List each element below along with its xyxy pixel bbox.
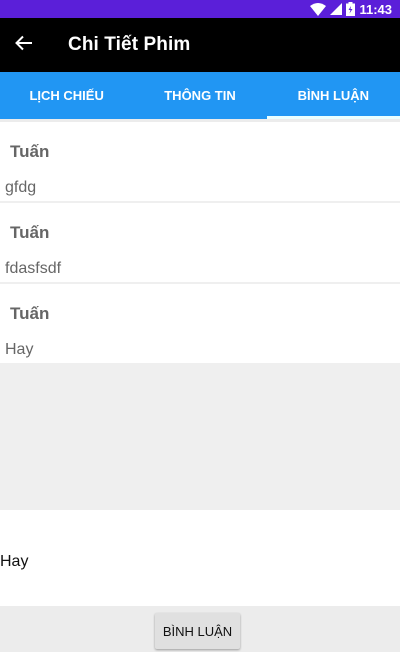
- app-bar: Chi Tiết Phim: [0, 18, 400, 72]
- comment-item: Tuấn gfdg: [0, 122, 400, 201]
- comment-text: gfdg: [5, 179, 37, 196]
- tab-binh-luan[interactable]: BÌNH LUẬN: [266, 72, 400, 119]
- wifi-icon: [310, 2, 327, 16]
- arrow-left-icon: [15, 35, 33, 56]
- comment-author: Tuấn: [10, 304, 50, 323]
- status-time: 11:43: [359, 1, 392, 17]
- comment-list: Tuấn gfdg Tuấn fdasfsdf Tuấn Hay: [0, 122, 400, 510]
- comment-author: Tuấn: [10, 142, 50, 161]
- comment-input-area: [0, 510, 400, 606]
- back-button[interactable]: [10, 31, 38, 59]
- submit-area: BÌNH LUẬN: [0, 606, 400, 652]
- comment-text: fdasfsdf: [5, 260, 62, 277]
- tab-thong-tin[interactable]: THÔNG TIN: [133, 72, 266, 119]
- status-icons: 11:43: [310, 1, 392, 17]
- battery-icon: [346, 2, 356, 16]
- tab-lich-chieu[interactable]: LỊCH CHIẾU: [0, 72, 133, 119]
- signal-icon: [330, 3, 343, 15]
- comment-item: Tuấn fdasfsdf: [0, 203, 400, 282]
- comment-input[interactable]: [0, 548, 400, 576]
- page-title: Chi Tiết Phim: [68, 34, 191, 55]
- comment-author: Tuấn: [10, 223, 50, 242]
- comment-item: Tuấn Hay: [0, 284, 400, 363]
- comment-text: Hay: [5, 341, 34, 358]
- tab-bar: LỊCH CHIẾU THÔNG TIN BÌNH LUẬN: [0, 72, 400, 119]
- status-bar: 11:43: [0, 0, 400, 18]
- submit-comment-button[interactable]: BÌNH LUẬN: [155, 613, 240, 649]
